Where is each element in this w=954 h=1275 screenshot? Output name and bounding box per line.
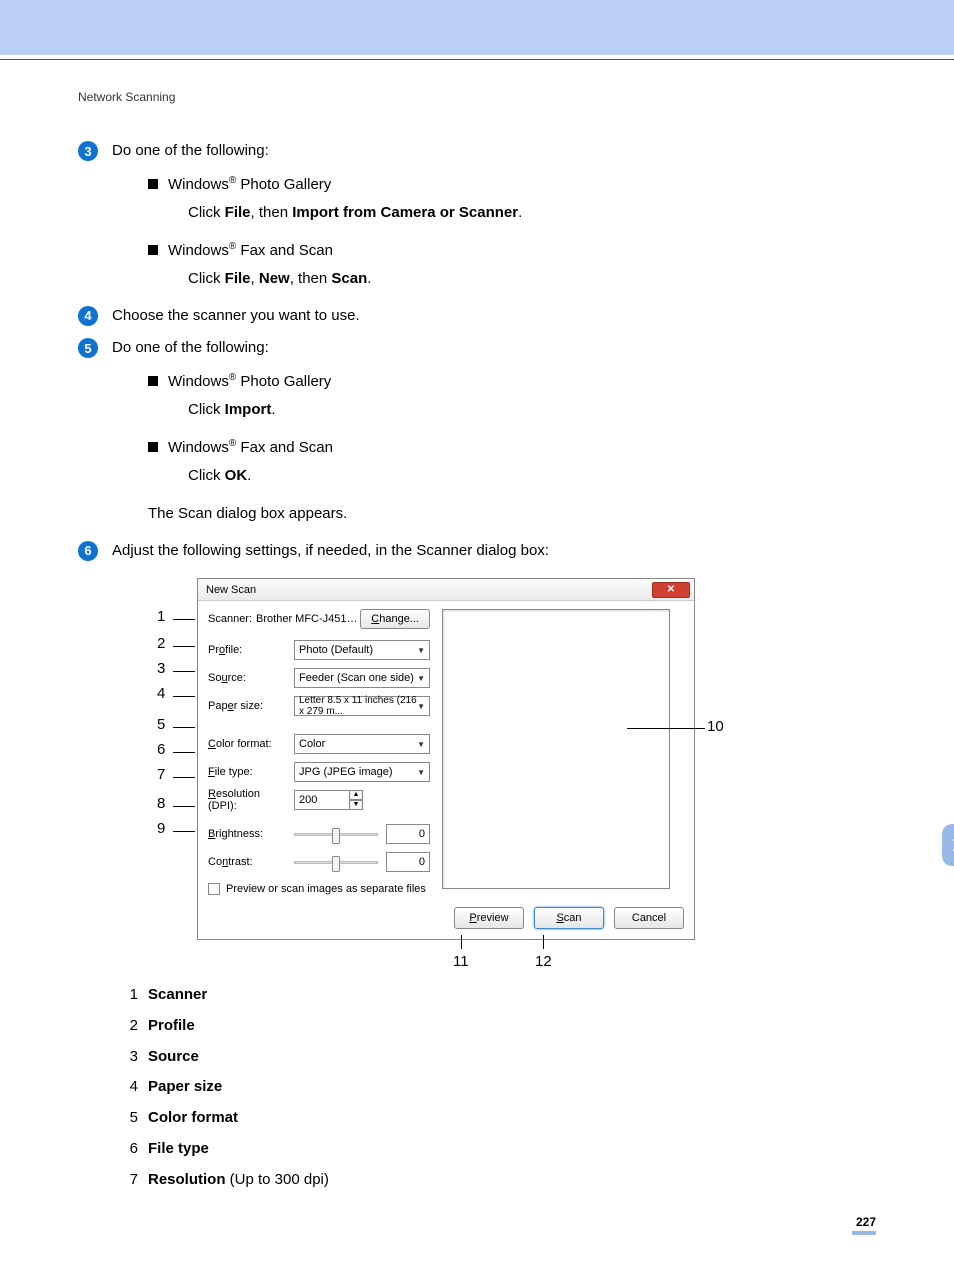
resolution-label: Resolution (DPI):: [208, 788, 294, 812]
scanner-label: Scanner:: [208, 613, 252, 625]
step-text-5: Do one of the following:: [112, 337, 269, 360]
step-badge-6: 6: [78, 541, 98, 561]
step-text-3: Do one of the following:: [112, 140, 269, 163]
scan-button[interactable]: Scan: [534, 907, 604, 929]
section-header: Network Scanning: [78, 90, 876, 104]
chevron-down-icon: ▼: [417, 646, 425, 655]
source-select[interactable]: Feeder (Scan one side)▼: [294, 668, 430, 688]
bullet-text: Windows® Fax and Scan Click OK.: [168, 436, 876, 494]
chevron-down-icon: ▼: [417, 674, 425, 683]
papersize-label: Paper size:: [208, 700, 294, 712]
step-note: The Scan dialog box appears.: [148, 502, 876, 526]
scanner-value: Brother MFC-J4510DW Sca...: [256, 613, 360, 625]
step-badge-4: 4: [78, 306, 98, 326]
step-text-6: Adjust the following settings, if needed…: [112, 540, 549, 563]
contrast-label: Contrast:: [208, 856, 294, 868]
filetype-label: File type:: [208, 766, 294, 778]
papersize-select[interactable]: Letter 8.5 x 11 inches (216 x 279 m...▼: [294, 696, 430, 716]
step-text-4: Choose the scanner you want to use.: [112, 305, 360, 328]
brightness-value[interactable]: 0: [386, 824, 430, 844]
colorformat-select[interactable]: Color▼: [294, 734, 430, 754]
contrast-slider[interactable]: 0: [294, 852, 430, 872]
bullet-icon: [148, 245, 158, 255]
contrast-value[interactable]: 0: [386, 852, 430, 872]
callout-bottom-12: 12: [535, 953, 552, 970]
step-badge-3: 3: [78, 141, 98, 161]
brightness-slider[interactable]: 0: [294, 824, 430, 844]
cancel-button[interactable]: Cancel: [614, 907, 684, 929]
bullet-icon: [148, 442, 158, 452]
preview-area: [442, 609, 670, 889]
resolution-input[interactable]: 200: [294, 790, 350, 810]
callout-bottom-11: 11: [453, 953, 469, 970]
brightness-label: Brightness:: [208, 828, 294, 840]
preview-button[interactable]: Preview: [454, 907, 524, 929]
change-button[interactable]: Change...: [360, 609, 430, 629]
bullet-text: Windows® Photo Gallery Click File, then …: [168, 173, 876, 231]
source-label: Source:: [208, 672, 294, 684]
bullet-text: Windows® Photo Gallery Click Import.: [168, 370, 876, 428]
dialog-title: New Scan: [206, 584, 256, 596]
callout-right-10: 10: [707, 718, 724, 735]
callouts-left: 1 2 3 4 5 6 7 8 9: [157, 608, 165, 845]
filetype-select[interactable]: JPG (JPEG image)▼: [294, 762, 430, 782]
chapter-side-tab: 13: [942, 824, 954, 866]
legend-list: 1Scanner 2Profile 3Source 4Paper size 5C…: [116, 980, 876, 1195]
new-scan-dialog: New Scan ✕ Scanner: Brother MFC-J4510DW …: [197, 578, 695, 940]
top-banner: [0, 0, 954, 55]
close-icon[interactable]: ✕: [652, 582, 690, 598]
step-badge-5: 5: [78, 338, 98, 358]
profile-select[interactable]: Photo (Default)▼: [294, 640, 430, 660]
separate-files-checkbox[interactable]: [208, 883, 220, 895]
bullet-icon: [148, 376, 158, 386]
page-number: 227: [78, 1215, 876, 1229]
chevron-down-icon: ▼: [417, 702, 425, 711]
chevron-down-icon: ▼: [417, 768, 425, 777]
colorformat-label: Color format:: [208, 738, 294, 750]
bullet-icon: [148, 179, 158, 189]
separate-files-label: Preview or scan images as separate files: [226, 883, 426, 895]
resolution-spinner[interactable]: ▲▼: [349, 790, 363, 810]
profile-label: Profile:: [208, 644, 294, 656]
bullet-text: Windows® Fax and Scan Click File, New, t…: [168, 239, 876, 297]
chevron-down-icon: ▼: [417, 740, 425, 749]
